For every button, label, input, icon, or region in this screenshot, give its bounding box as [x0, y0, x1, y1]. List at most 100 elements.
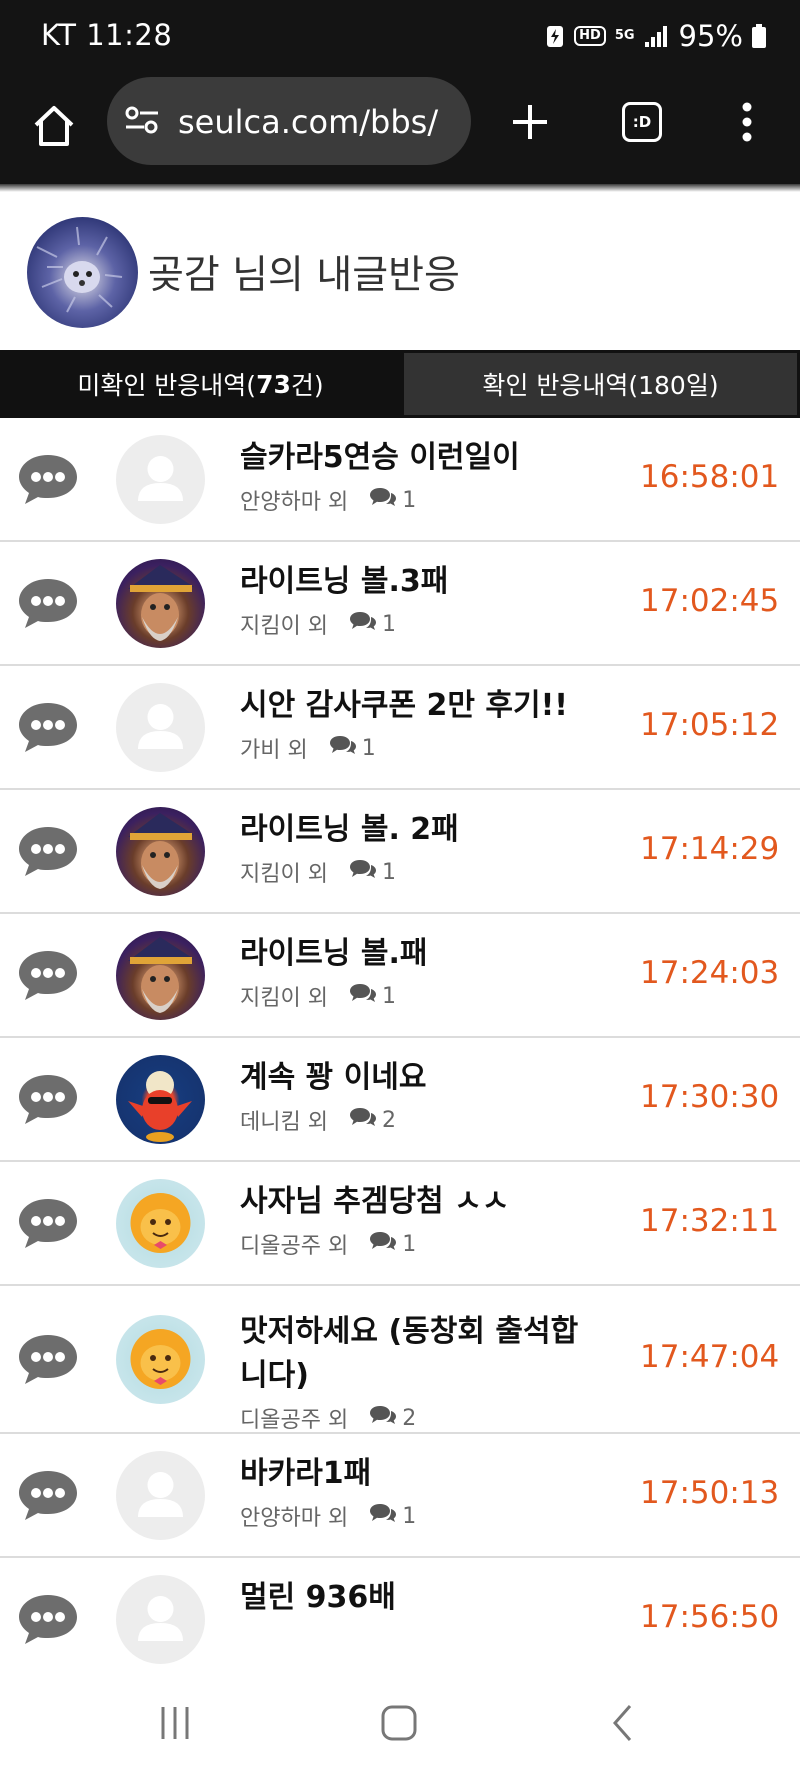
comment-bubble-icon: [17, 824, 79, 882]
reaction-count: 1: [402, 1503, 417, 1529]
reaction-title[interactable]: 라이트닝 볼.패: [240, 932, 600, 976]
site-settings-icon[interactable]: [124, 104, 160, 140]
recent-apps-button[interactable]: [140, 1696, 210, 1750]
reaction-count: 1: [381, 983, 396, 1009]
comments-icon: [349, 859, 376, 885]
browser-menu-button[interactable]: [722, 92, 772, 152]
signal-icon: [644, 24, 670, 48]
reaction-count: 1: [402, 1231, 417, 1257]
reaction-row[interactable]: 시안 감사쿠폰 2만 후기!! 가비 외 1 17:05:12: [0, 666, 800, 790]
profile-header: 곶감 님의 내글반응: [0, 192, 800, 350]
reaction-row[interactable]: 슬카라5연승 이런일이안양하마 외 1 16:58:01: [0, 418, 800, 542]
reaction-row[interactable]: 멀린 936배 17:56:50: [0, 1558, 800, 1668]
reaction-time: 17:02:45: [640, 583, 780, 619]
reaction-row[interactable]: 라이트닝 볼. 2패지킴이 외 1 17:14:29: [0, 790, 800, 914]
page-title: 곶감 님의 내글반응: [148, 253, 460, 298]
comment-bubble-icon: [17, 1332, 79, 1390]
address-bar[interactable]: seulca.com/bbs/: [107, 77, 471, 165]
reaction-title[interactable]: 라이트닝 볼. 2패: [240, 808, 600, 852]
reaction-title[interactable]: 시안 감사쿠폰 2만 후기!!: [240, 684, 600, 728]
status-bar: KT 11:28 HD 5G 95%: [0, 0, 800, 72]
home-nav-button[interactable]: [364, 1696, 434, 1750]
reaction-meta: 안양하마 외 1: [240, 1500, 416, 1532]
reaction-meta: 디올공주 외 2: [240, 1402, 416, 1434]
tab-read-reactions[interactable]: 확인 반응내역(180일): [401, 350, 800, 418]
url-text[interactable]: seulca.com/bbs/: [178, 103, 468, 141]
toolbar-shadow: [0, 184, 800, 192]
reaction-title[interactable]: 바카라1패: [240, 1452, 600, 1496]
reaction-title[interactable]: 라이트닝 볼.3패: [240, 560, 600, 604]
comments-icon: [370, 1231, 397, 1257]
5g-icon: 5G: [614, 28, 635, 43]
comments-icon: [370, 1405, 397, 1431]
reaction-tabs: 미확인 반응내역(73 건) 확인 반응내역(180일): [0, 350, 800, 418]
reaction-meta: 지킴이 외 1: [240, 856, 396, 888]
reactor-name: 지킴이 외: [240, 986, 328, 1011]
reaction-meta: 안양하마 외 1: [240, 484, 416, 516]
reaction-row[interactable]: 라이트닝 볼.3패 지킴이 외 1 17:02:45: [0, 542, 800, 666]
reaction-count: 2: [381, 1107, 396, 1133]
user-avatar: [116, 931, 205, 1020]
reaction-count: 2: [402, 1405, 417, 1431]
unread-count: 73: [256, 369, 291, 399]
reactor-name: 데니킴 외: [240, 1110, 328, 1135]
comments-icon: [370, 487, 397, 513]
more-vert-icon: [742, 102, 752, 142]
recent-apps-icon: [161, 1707, 189, 1739]
reaction-meta: 가비 외 1: [240, 732, 376, 764]
user-avatar: [116, 1575, 205, 1664]
reaction-row[interactable]: 맛저하세요 (동창회 출석합니다) 디올공주 외 2 17:47:04: [0, 1286, 800, 1434]
user-avatar: [116, 1055, 205, 1144]
comment-bubble-icon: [17, 1196, 79, 1254]
reaction-meta: 디올공주 외 1: [240, 1228, 416, 1260]
reaction-row[interactable]: 계속 꽝 이네요데니킴 외 2 17:30:30: [0, 1038, 800, 1162]
reaction-time: 17:32:11: [640, 1203, 780, 1239]
reaction-title[interactable]: 멀린 936배: [240, 1576, 600, 1620]
comment-bubble-icon: [17, 700, 79, 758]
reaction-row[interactable]: 라이트닝 볼.패 지킴이 외 1 17:24:03: [0, 914, 800, 1038]
comments-icon: [370, 1503, 397, 1529]
reaction-time: 16:58:01: [640, 459, 780, 495]
reaction-count: 1: [381, 859, 396, 885]
comment-bubble-icon: [17, 948, 79, 1006]
battery-percent: 95%: [678, 19, 743, 53]
comment-bubble-icon: [17, 1072, 79, 1130]
reaction-count: 1: [402, 487, 417, 513]
home-button[interactable]: [24, 96, 84, 156]
reaction-meta: 지킴이 외 1: [240, 980, 396, 1012]
reaction-title[interactable]: 사자님 추겜당첨 ㅅㅅ: [240, 1180, 600, 1224]
comments-icon: [349, 611, 376, 637]
reaction-title[interactable]: 계속 꽝 이네요: [240, 1056, 600, 1100]
profile-avatar: [27, 217, 138, 328]
back-button[interactable]: [588, 1696, 658, 1750]
home-icon: [34, 106, 74, 146]
user-avatar: [116, 435, 205, 524]
back-chevron-icon: [612, 1705, 632, 1741]
reaction-row[interactable]: 바카라1패안양하마 외 1 17:50:13: [0, 1434, 800, 1558]
system-nav-bar: [0, 1668, 800, 1778]
reaction-row[interactable]: 사자님 추겜당첨 ㅅㅅ 디올공주 외 1 17:32:11: [0, 1162, 800, 1286]
reaction-title[interactable]: 슬카라5연승 이런일이: [240, 436, 600, 480]
reaction-time: 17:05:12: [640, 707, 780, 743]
reactor-name: 안양하마 외: [240, 490, 349, 515]
reactor-name: 디올공주 외: [240, 1234, 349, 1259]
user-avatar: [116, 1451, 205, 1540]
user-avatar: [116, 1179, 205, 1268]
comments-icon: [349, 983, 376, 1009]
battery-saver-icon: [545, 23, 565, 49]
reaction-time: 17:50:13: [640, 1475, 780, 1511]
comment-bubble-icon: [17, 452, 79, 510]
browser-toolbar: seulca.com/bbs/ :D: [0, 72, 800, 184]
user-avatar: [116, 1315, 205, 1404]
reaction-title[interactable]: 맛저하세요 (동창회 출석합니다): [240, 1310, 600, 1398]
reaction-meta: 데니킴 외 2: [240, 1104, 396, 1136]
reaction-time: 17:30:30: [640, 1079, 780, 1115]
reaction-count: 1: [361, 735, 376, 761]
reaction-time: 17:14:29: [640, 831, 780, 867]
tab-unread-reactions[interactable]: 미확인 반응내역(73 건): [0, 350, 401, 418]
new-tab-button[interactable]: [500, 92, 560, 152]
reactor-name: 가비 외: [240, 738, 308, 763]
battery-icon: [752, 24, 766, 48]
status-icons: HD 5G 95%: [545, 18, 766, 54]
tab-switcher-button[interactable]: :D: [612, 92, 672, 152]
